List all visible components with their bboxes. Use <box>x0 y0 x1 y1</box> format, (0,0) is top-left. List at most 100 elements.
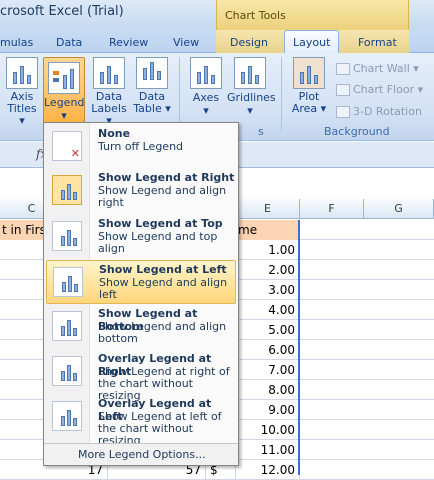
chart-floor-label: Chart Floor ▾ <box>353 83 424 96</box>
legend-icon <box>48 62 80 94</box>
chart-floor-button[interactable]: Chart Floor ▾ <box>336 83 423 96</box>
legend-none-icon: ✕ <box>52 131 82 161</box>
icon-bar <box>61 326 65 336</box>
axes-button[interactable]: Axes ▾ <box>188 57 224 123</box>
3d-rotation-label: 3-D Rotation <box>353 105 422 118</box>
cell-e[interactable]: 12.00 <box>236 460 300 480</box>
icon-bar <box>61 416 65 426</box>
more-legend-options-label: More Legend Options... <box>78 448 206 461</box>
icon-bar <box>68 276 72 292</box>
cell-header-e[interactable]: me <box>236 220 300 240</box>
plot-area-button[interactable]: Plot Area ▾ <box>290 57 328 123</box>
menu-item-desc: Show Legend and align left <box>99 276 228 301</box>
cell-e[interactable]: 3.00 <box>236 280 300 300</box>
gridlines-dropdown-arrow: ▾ <box>247 104 253 117</box>
menu-item-desc: Turn off Legend <box>98 140 184 153</box>
chart-tools-label: Chart Tools <box>225 9 286 22</box>
axis-titles-button[interactable]: Axis Titles ▾ <box>4 57 40 127</box>
gridlines-button[interactable]: Gridlines ▾ <box>227 57 276 123</box>
plot-area-label: Plot Area ▾ <box>291 90 327 115</box>
legend-label: Legend <box>44 96 85 109</box>
axes-icon <box>190 57 222 89</box>
axes-dropdown-arrow: ▾ <box>203 104 209 117</box>
column-header-g[interactable]: G <box>364 199 434 219</box>
tab-layout[interactable]: Layout <box>284 30 340 54</box>
icon-bar <box>67 365 71 381</box>
selection-border <box>298 220 300 475</box>
menu-item-title: None <box>98 127 131 140</box>
column-header-e[interactable]: E <box>236 199 300 219</box>
cell-e[interactable]: 4.00 <box>236 300 300 320</box>
icon-bar <box>67 184 71 200</box>
data-table-button[interactable]: Data Table ▾ <box>132 57 172 123</box>
window-title: crosoft Excel (Trial) <box>0 4 124 19</box>
group-label-axes: s <box>258 125 264 138</box>
tab-format[interactable]: Format <box>358 36 397 49</box>
menu-item-desc: Show Legend at left of the chart without… <box>98 410 222 447</box>
cell-e[interactable]: 7.00 <box>236 360 300 380</box>
menu-item-overlay-right[interactable]: Overlay Legend at Right Show Legend at r… <box>46 350 236 402</box>
data-labels-icon <box>93 57 125 89</box>
menu-item-legend-bottom[interactable]: Show Legend at Bottom Show Legend and al… <box>46 305 236 349</box>
icon-bar <box>61 190 65 200</box>
chart-wall-label: Chart Wall ▾ <box>353 62 419 75</box>
icon-bar <box>73 418 77 426</box>
plot-area-icon <box>293 57 325 89</box>
cell-e[interactable]: 11.00 <box>236 440 300 460</box>
menu-item-title: Show Legend at Top <box>98 217 223 230</box>
legend-top-icon <box>52 221 82 251</box>
group-label-background: Background <box>324 125 390 138</box>
more-legend-options[interactable]: More Legend Options... <box>44 443 238 465</box>
menu-item-title: Show Legend at Right <box>98 171 235 184</box>
chart-wall-button[interactable]: Chart Wall ▾ <box>336 62 419 75</box>
icon-bar <box>74 284 78 292</box>
3d-rotation-icon <box>336 106 350 118</box>
overlay-right-icon <box>52 356 82 386</box>
gridlines-icon <box>234 57 266 89</box>
axes-label: Axes <box>192 91 220 104</box>
gridlines-label: Gridlines <box>227 91 276 104</box>
tab-data[interactable]: Data <box>56 36 82 49</box>
legend-bottom-icon <box>52 311 82 341</box>
cell-e[interactable]: 8.00 <box>236 380 300 400</box>
icon-bar <box>73 238 77 246</box>
icon-bar <box>73 192 77 200</box>
legend-button[interactable]: Legend ▾ <box>43 57 85 123</box>
menu-item-title: Show Legend at Left <box>99 263 227 276</box>
data-table-label: Data Table ▾ <box>133 90 171 115</box>
3d-rotation-button[interactable]: 3-D Rotation <box>336 105 422 118</box>
tab-formulas[interactable]: mulas <box>0 36 33 49</box>
menu-item-desc: Show Legend and align bottom <box>98 320 227 345</box>
cell-e[interactable]: 5.00 <box>236 320 300 340</box>
menu-item-overlay-left[interactable]: Overlay Legend at Left Show Legend at le… <box>46 395 236 447</box>
cell-e[interactable]: 1.00 <box>236 240 300 260</box>
column-header-f[interactable]: F <box>300 199 364 219</box>
menu-item-legend-left[interactable]: Show Legend at Left Show Legend and alig… <box>46 260 236 304</box>
tab-review[interactable]: Review <box>109 36 148 49</box>
data-table-icon <box>136 57 168 89</box>
cell-e[interactable]: 9.00 <box>236 400 300 420</box>
overlay-left-icon <box>52 401 82 431</box>
cell-e[interactable]: 2.00 <box>236 260 300 280</box>
legend-dropdown-arrow: ▾ <box>61 109 67 122</box>
chart-wall-icon <box>336 63 350 75</box>
menu-item-desc: Show Legend and align right <box>98 184 227 209</box>
tab-view[interactable]: View <box>173 36 199 49</box>
icon-bar <box>73 328 77 336</box>
menu-item-none[interactable]: ✕ None Turn off Legend <box>46 125 236 169</box>
menu-item-desc: Show Legend and top align <box>98 230 218 255</box>
cell-e[interactable]: 6.00 <box>236 340 300 360</box>
menu-item-legend-top[interactable]: Show Legend at Top Show Legend and top a… <box>46 215 236 259</box>
cell-e[interactable]: 10.00 <box>236 420 300 440</box>
icon-bar <box>61 371 65 381</box>
icon-bar <box>61 236 65 246</box>
icon-bar <box>67 320 71 336</box>
menu-item-legend-right[interactable]: Show Legend at Right Show Legend and ali… <box>46 169 236 213</box>
data-labels-button[interactable]: Data Labels ▾ <box>89 57 129 127</box>
legend-left-icon <box>53 267 83 297</box>
icon-bar <box>73 373 77 381</box>
chart-tools-header: Chart Tools <box>216 0 409 30</box>
icon-bar <box>67 410 71 426</box>
tab-design[interactable]: Design <box>230 36 268 49</box>
legend-dropdown-menu: ✕ None Turn off Legend Show Legend at Ri… <box>43 122 239 466</box>
